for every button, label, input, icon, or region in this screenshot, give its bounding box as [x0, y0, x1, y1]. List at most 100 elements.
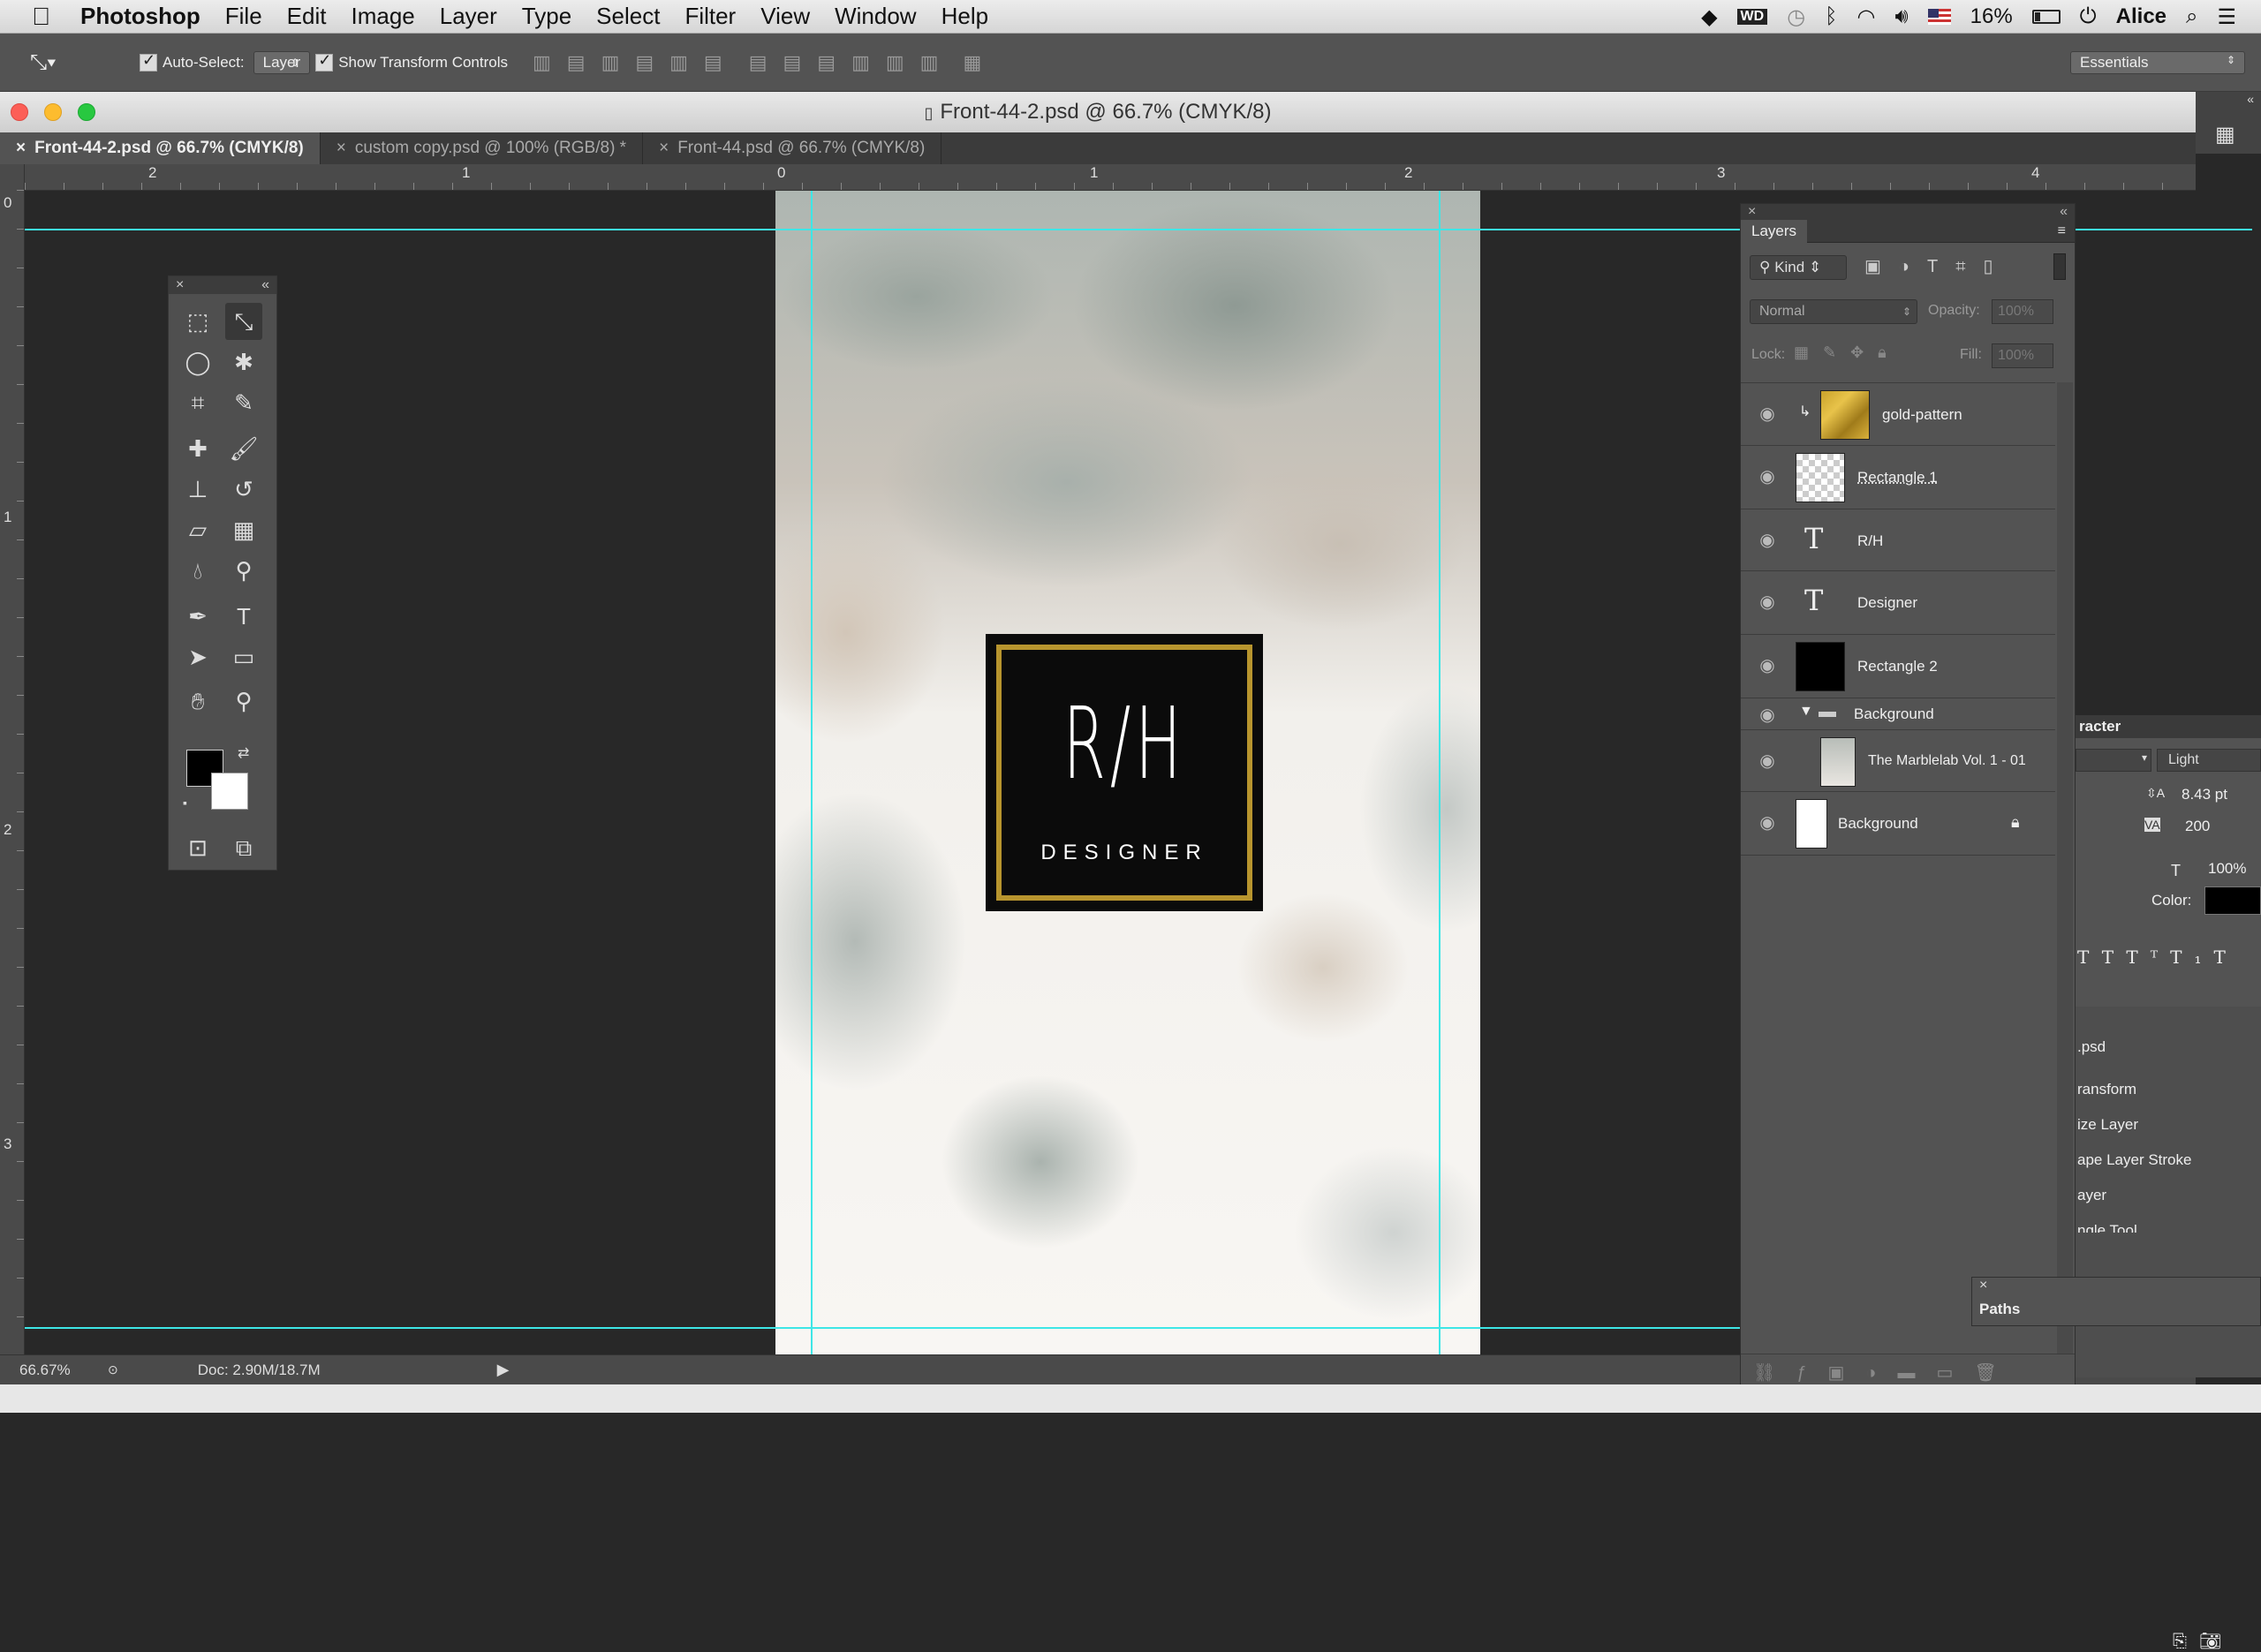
layer-row-marblelab[interactable]: ◉ The Marblelab Vol. 1 - 01 [1741, 730, 2055, 792]
close-tab-icon[interactable]: × [659, 139, 669, 157]
blend-mode-dropdown[interactable]: Normal ⇕ [1750, 299, 1917, 324]
dodge-tool-icon[interactable]: ⚲ [225, 552, 262, 589]
history-brush-tool-icon[interactable]: ↺ [225, 471, 262, 508]
doc-tab-front-44[interactable]: × Front-44.psd @ 66.7% (CMYK/8) [643, 132, 942, 164]
bluetooth-icon[interactable]: ᛒ [1825, 4, 1837, 29]
layer-row-rh[interactable]: ◉ T R/H [1741, 509, 2055, 571]
apple-icon[interactable]:  [32, 3, 50, 31]
history-item[interactable]: ngle Tool [2077, 1222, 2137, 1233]
power-icon[interactable]: ⏻ [2080, 4, 2097, 29]
move-tool-icon[interactable]: ⤡ [225, 303, 262, 340]
dropbox-icon[interactable]: ◆ [1701, 4, 1717, 30]
background-color-swatch[interactable] [211, 773, 248, 810]
logo-block[interactable]: R/H DESIGNER [986, 634, 1263, 911]
eraser-tool-icon[interactable]: ▱ [179, 511, 216, 548]
menu-type[interactable]: Type [522, 3, 571, 30]
visibility-eye-icon[interactable]: ◉ [1757, 591, 1778, 613]
distribute-buttons[interactable]: ▤▤▤▥▥▥ [749, 51, 955, 74]
battery-icon[interactable] [2031, 10, 2061, 24]
collapse-panel-icon[interactable]: « [261, 276, 269, 294]
visibility-eye-icon[interactable]: ◉ [1757, 750, 1778, 772]
close-tab-icon[interactable]: × [16, 139, 26, 157]
notification-center-icon[interactable]: ☰ [2217, 4, 2236, 30]
wd-icon[interactable]: WD [1736, 9, 1768, 25]
fill-value[interactable]: 100% [1992, 343, 2053, 368]
zoom-tool-icon[interactable]: ⚲ [225, 683, 262, 720]
auto-align-button[interactable]: ▦ [963, 51, 981, 74]
guide-vertical-right[interactable] [1439, 191, 1441, 1354]
libraries-icon[interactable]: ▦ [2215, 122, 2235, 147]
guide-vertical-left[interactable] [811, 191, 813, 1354]
doc-tab-custom-copy[interactable]: × custom copy.psd @ 100% (RGB/8) * [321, 132, 644, 164]
marquee-tool-icon[interactable]: ⬚ [179, 303, 216, 340]
type-tool-icon[interactable]: T [225, 598, 262, 635]
collapse-panel-icon[interactable]: « [2060, 204, 2068, 220]
close-panel-icon[interactable]: × [1748, 204, 1756, 220]
eyedropper-tool-icon[interactable]: ✎ [225, 384, 262, 421]
magic-wand-tool-icon[interactable]: ✱ [225, 343, 262, 381]
lasso-tool-icon[interactable]: ◯ [179, 343, 216, 381]
zoom-window-button[interactable] [78, 103, 95, 121]
menu-window[interactable]: Window [835, 3, 916, 30]
vertical-ruler[interactable]: 0 1 2 3 [0, 164, 25, 1356]
visibility-eye-icon[interactable]: ◉ [1757, 465, 1778, 487]
history-item[interactable]: ape Layer Stroke [2077, 1151, 2191, 1169]
default-colors-icon[interactable]: ▪ [183, 796, 187, 810]
auto-select-checkbox[interactable] [140, 51, 157, 72]
doc-tab-front-44-2[interactable]: × Front-44-2.psd @ 66.7% (CMYK/8) [0, 132, 321, 164]
screen-mode-icon[interactable]: ⧉ [225, 829, 262, 866]
tab-paths[interactable]: Paths [1979, 1301, 2020, 1318]
panel-menu-icon[interactable]: ≡ [2058, 223, 2066, 239]
text-color-swatch[interactable] [2204, 886, 2261, 915]
status-share-icon[interactable]: ⊙ [108, 1362, 118, 1377]
font-style-dropdown[interactable]: Light [2157, 749, 2261, 772]
layers-footer-icons[interactable]: ⛓ƒ▣◑▬▭🗑︎ [1741, 1354, 2075, 1389]
zoom-level[interactable]: 66.67% [19, 1362, 99, 1379]
lock-icons[interactable]: ▦✎✥🔒︎ [1794, 343, 1901, 362]
menu-help[interactable]: Help [941, 3, 988, 30]
rectangle-tool-icon[interactable]: ▭ [225, 638, 262, 675]
wifi-icon[interactable]: ◠ [1857, 4, 1876, 30]
visibility-eye-icon[interactable]: ◉ [1757, 811, 1778, 834]
flag-icon[interactable] [1927, 9, 1951, 25]
history-item[interactable]: ize Layer [2077, 1116, 2138, 1134]
tracking-value[interactable]: 200 [2185, 818, 2210, 835]
tab-character[interactable]: racter [2079, 718, 2121, 735]
visibility-eye-icon[interactable]: ◉ [1757, 529, 1778, 551]
layer-row-background[interactable]: ◉ Background 🔒︎ [1741, 792, 2055, 856]
auto-select-dropdown[interactable]: Layer [253, 50, 311, 74]
healing-brush-tool-icon[interactable]: ✚ [179, 430, 216, 467]
opacity-value[interactable]: 100% [1992, 299, 2053, 324]
close-tab-icon[interactable]: × [337, 139, 346, 157]
close-panel-icon[interactable]: × [176, 276, 184, 294]
user-name[interactable]: Alice [2116, 4, 2166, 29]
visibility-eye-icon[interactable]: ◉ [1757, 654, 1778, 676]
leading-value[interactable]: 8.43 pt [2182, 786, 2227, 803]
layer-filter-icons[interactable]: ▣◑T⌗▯ [1864, 255, 2010, 277]
layers-panel-header[interactable]: × « [1741, 204, 2075, 220]
menu-select[interactable]: Select [596, 3, 660, 30]
history-footer-icons[interactable]: ⎘📷︎ [2173, 1630, 2234, 1652]
menu-file[interactable]: File [225, 3, 262, 30]
minimize-window-button[interactable] [44, 103, 62, 121]
document-titlebar[interactable]: ▯ Front-44-2.psd @ 66.7% (CMYK/8) [0, 92, 2196, 132]
layer-row-gold-pattern[interactable]: ◉ ↳ gold-pattern [1741, 382, 2055, 446]
layer-filter-toggle[interactable] [2053, 253, 2066, 280]
text-style-icons[interactable]: TTTᵀT₁T [2077, 947, 2238, 968]
show-transform-checkbox[interactable] [315, 51, 334, 72]
visibility-eye-icon[interactable]: ◉ [1757, 403, 1778, 425]
menu-image[interactable]: Image [351, 3, 414, 30]
menu-filter[interactable]: Filter [684, 3, 736, 30]
brush-tool-icon[interactable]: 🖌︎ [225, 430, 262, 467]
menu-edit[interactable]: Edit [287, 3, 327, 30]
layer-group-background[interactable]: ◉ ▼ ▬ Background [1741, 698, 2055, 730]
history-item[interactable]: ransform [2077, 1081, 2136, 1098]
volume-icon[interactable]: 🔊︎ [1895, 4, 1909, 29]
hand-tool-icon[interactable]: ✋︎ [179, 683, 216, 720]
close-panel-icon[interactable]: × [1979, 1278, 1987, 1294]
workspace-dropdown[interactable]: Essentials ⇕ [2070, 50, 2245, 74]
layer-row-rectangle-1[interactable]: ◉ Rectangle 1 [1741, 446, 2055, 509]
pen-tool-icon[interactable]: ✒ [179, 598, 216, 635]
swap-colors-icon[interactable]: ⇄ [238, 744, 249, 762]
time-machine-icon[interactable]: ◷ [1787, 4, 1805, 30]
